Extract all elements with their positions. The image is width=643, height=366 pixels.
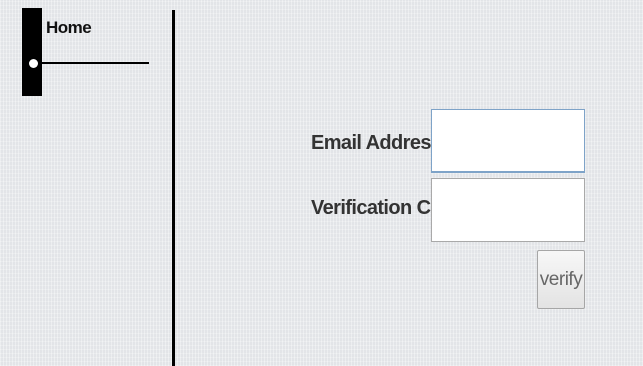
email-label: Email Address: xyxy=(311,132,448,154)
nav-active-marker xyxy=(22,8,42,96)
vertical-divider xyxy=(172,10,175,366)
pin-icon xyxy=(29,59,38,68)
verification-code-field[interactable] xyxy=(431,178,585,242)
email-field[interactable] xyxy=(431,109,585,173)
nav-underline xyxy=(34,62,149,64)
verify-button[interactable]: verify xyxy=(537,250,585,309)
nav-link-home[interactable]: Home xyxy=(46,18,92,38)
sidebar-nav: Home xyxy=(0,0,175,366)
